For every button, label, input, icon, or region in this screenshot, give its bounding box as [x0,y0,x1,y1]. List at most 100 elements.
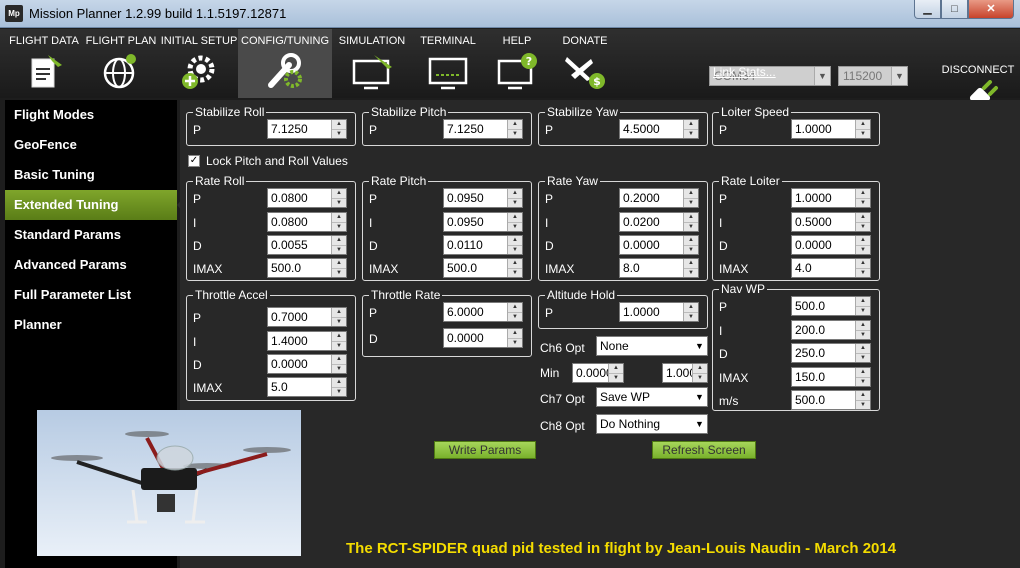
maximize-button[interactable]: □ [941,0,968,19]
group-title: Loiter Speed [719,105,792,119]
nav-wp-d-input[interactable]: 250.0 ▲ ▼ [791,343,871,363]
rate-roll-i-input[interactable]: 0.0800 ▲ ▼ [267,212,347,232]
rate-roll-p-input[interactable]: 0.0800 ▲ ▼ [267,188,347,208]
rate-yaw-p-input[interactable]: 0.2000 ▲ ▼ [619,188,699,208]
param-row: P 4.5000 ▲ ▼ [545,119,703,139]
sidebar-item-standard-params[interactable]: Standard Params [5,220,177,250]
rate-roll-d-input[interactable]: 0.0055 ▲ ▼ [267,235,347,255]
menu-terminal[interactable]: TERMINAL [412,29,484,98]
chevron-down-icon: ▼ [695,392,704,402]
rate-loiter-i-input[interactable]: 0.5000 ▲ ▼ [791,212,871,232]
param-row: P 500.0 ▲ ▼ [719,296,875,316]
ch6-opt-select[interactable]: None ▼ [596,336,708,356]
sidebar-item-full-parameter-list[interactable]: Full Parameter List [5,280,177,310]
stabilize-yaw-p-input[interactable]: 4.5000 ▲ ▼ [619,119,699,139]
rate-pitch-d-input[interactable]: 0.0110 ▲ ▼ [443,235,523,255]
menu-flight-data[interactable]: FLIGHT DATA [6,29,82,98]
quadcopter-photo [37,410,301,556]
throttle-accel-p-input[interactable]: 0.7000 ▲ ▼ [267,307,347,327]
menu-initial-setup[interactable]: INITIAL SETUP [160,29,238,98]
group-stabilize-yaw: Stabilize Yaw P 4.5000 ▲ ▼ [538,105,708,146]
quadcopter-image [37,410,301,556]
menu-donate-label: DONATE [562,35,608,47]
group-loiter-speed: Loiter Speed P 1.0000 ▲ ▼ [712,105,880,146]
throttle-accel-d-input[interactable]: 0.0000 ▲ ▼ [267,354,347,374]
altitude-hold-p-input[interactable]: 1.0000 ▲ ▼ [619,302,699,322]
param-row: P 7.1250 ▲ ▼ [193,119,351,139]
rate-pitch-p-input[interactable]: 0.0950 ▲ ▼ [443,188,523,208]
menu-donate[interactable]: DONATE $ [550,29,620,98]
ch6-min-input[interactable]: 0.0000 ▲ ▼ [572,363,624,383]
baud-select[interactable]: 115200 ▼ [838,66,908,86]
sidebar-item-flight-modes[interactable]: Flight Modes [5,100,177,130]
plane-dollar-icon: $ [565,57,605,89]
close-button[interactable]: ✕ [968,0,1014,19]
minimize-button[interactable]: ▁ [914,0,941,19]
rate-roll-imax-input[interactable]: 500.0 ▲ ▼ [267,258,347,278]
throttle-rate-d-input[interactable]: 0.0000 ▲ ▼ [443,328,523,348]
group-stabilize-roll: Stabilize Roll P 7.1250 ▲ ▼ [186,105,356,146]
param-row: IMAX 150.0 ▲ ▼ [719,367,875,387]
group-title: Throttle Accel [193,288,270,302]
nav-wp-speed-input[interactable]: 500.0 ▲ ▼ [791,390,871,410]
param-row: D 0.0055 ▲ ▼ [193,235,351,255]
sidebar-item-planner[interactable]: Planner [5,310,177,340]
stabilize-pitch-p-input[interactable]: 7.1250 ▲ ▼ [443,119,523,139]
menu-help[interactable]: HELP ? [484,29,550,98]
throttle-accel-imax-input[interactable]: 5.0 ▲ ▼ [267,377,347,397]
wrench-gear-icon [268,53,302,88]
ch8-opt-select[interactable]: Do Nothing ▼ [596,414,708,434]
rate-yaw-i-input[interactable]: 0.0200 ▲ ▼ [619,212,699,232]
menu-simulation[interactable]: SIMULATION [332,29,412,98]
group-throttle-rate: Throttle Rate P 6.0000 ▲ ▼ D 0.0000 ▲ ▼ [362,288,532,357]
param-row: P 0.2000 ▲ ▼ [545,188,703,208]
lock-pitch-roll-label: Lock Pitch and Roll Values [206,154,348,168]
rate-loiter-d-input[interactable]: 0.0000 ▲ ▼ [791,235,871,255]
group-rate-yaw: Rate Yaw P 0.2000 ▲ ▼ I 0.0200 ▲ ▼ D 0.0000 ▲ ▼ I… [538,174,708,281]
rate-loiter-imax-input[interactable]: 4.0 ▲ ▼ [791,258,871,278]
stabilize-roll-p-input[interactable]: 7.1250 ▲ ▼ [267,119,347,139]
group-title: Nav WP [719,282,768,296]
sidebar-item-advanced-params[interactable]: Advanced Params [5,250,177,280]
min-label: Min [540,366,560,380]
chevron-down-icon: ▼ [695,419,704,429]
menu-flight-plan[interactable]: FLIGHT PLAN [82,29,160,98]
rate-pitch-i-input[interactable]: 0.0950 ▲ ▼ [443,212,523,232]
write-params-button[interactable]: Write Params [434,441,536,459]
throttle-rate-p-input[interactable]: 6.0000 ▲ ▼ [443,302,523,322]
extended-tuning-panel: Stabilize Roll P 7.1250 ▲ ▼ Stabilize Pitc… [180,100,1020,568]
menu-config-tuning[interactable]: CONFIG/TUNING [238,29,332,98]
loiter-speed-p-input[interactable]: 1.0000 ▲ ▼ [791,119,871,139]
group-stabilize-pitch: Stabilize Pitch P 7.1250 ▲ ▼ [362,105,532,146]
rate-loiter-p-input[interactable]: 1.0000 ▲ ▼ [791,188,871,208]
group-rate-roll: Rate Roll P 0.0800 ▲ ▼ I 0.0800 ▲ ▼ D 0.0055 ▲ ▼ … [186,174,356,281]
nav-wp-p-input[interactable]: 500.0 ▲ ▼ [791,296,871,316]
group-title: Rate Yaw [545,174,600,188]
chevron-down-icon: ▼ [891,67,907,85]
rate-yaw-imax-input[interactable]: 8.0 ▲ ▼ [619,258,699,278]
sidebar-item-basic-tuning[interactable]: Basic Tuning [5,160,177,190]
window-title: Mission Planner 1.2.99 build 1.1.5197.12… [29,6,287,21]
ch6-max-input[interactable]: 1.000 ▲ ▼ [662,363,708,383]
refresh-screen-button[interactable]: Refresh Screen [652,441,756,459]
param-row: D 0.0000 ▲ ▼ [369,328,527,348]
rate-yaw-d-input[interactable]: 0.0000 ▲ ▼ [619,235,699,255]
ch7-opt-select[interactable]: Save WP ▼ [596,387,708,407]
param-row: IMAX 8.0 ▲ ▼ [545,258,703,278]
rate-pitch-imax-input[interactable]: 500.0 ▲ ▼ [443,258,523,278]
nav-wp-imax-input[interactable]: 150.0 ▲ ▼ [791,367,871,387]
sidebar-item-geofence[interactable]: GeoFence [5,130,177,160]
window-controls: ▁ □ ✕ [914,0,1014,19]
nav-wp-i-input[interactable]: 200.0 ▲ ▼ [791,320,871,340]
checkbox-box[interactable]: ✓ [188,155,200,167]
link-stats-link[interactable]: Link Stats... [713,65,776,79]
svg-text:$: $ [593,75,601,88]
param-row: P 0.7000 ▲ ▼ [193,307,351,327]
sidebar-item-extended-tuning[interactable]: Extended Tuning [5,190,177,220]
monitor-plane-icon [352,55,392,90]
group-title: Throttle Rate [369,288,443,302]
param-row: IMAX 5.0 ▲ ▼ [193,377,351,397]
group-title: Rate Pitch [369,174,429,188]
param-row: P 0.0950 ▲ ▼ [369,188,527,208]
throttle-accel-i-input[interactable]: 1.4000 ▲ ▼ [267,331,347,351]
